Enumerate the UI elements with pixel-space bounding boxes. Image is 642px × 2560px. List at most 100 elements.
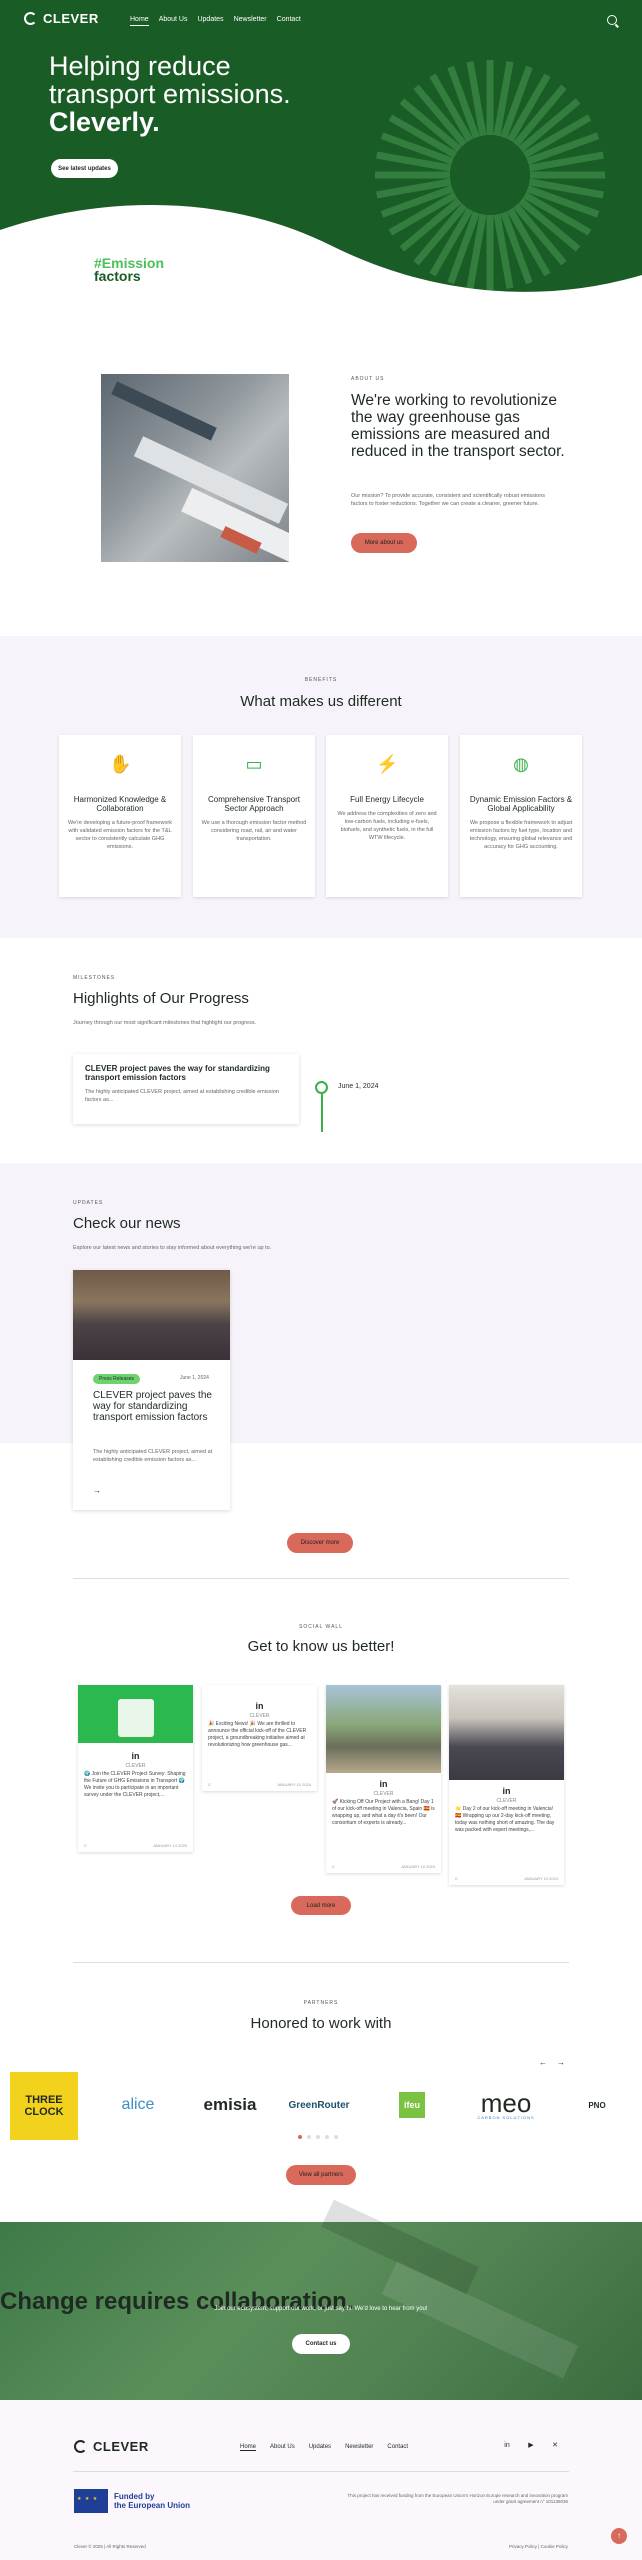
post-date: JANUARY 10 2024 bbox=[523, 1876, 558, 1881]
about-image-trucks bbox=[101, 374, 289, 562]
nav-newsletter[interactable]: Newsletter bbox=[234, 16, 267, 26]
hero-line-1: Helping reduce bbox=[49, 51, 231, 81]
carousel-dots bbox=[298, 2135, 338, 2139]
partner-name: alice bbox=[121, 2096, 155, 2113]
footer-brand: CLEVER bbox=[93, 2439, 149, 2454]
nav-home[interactable]: Home bbox=[130, 16, 149, 26]
arrow-left-icon[interactable]: ← bbox=[539, 2058, 547, 2067]
emission-factors-tag: #Emission factors bbox=[94, 256, 164, 283]
contact-us-button[interactable]: Contact us bbox=[292, 2334, 350, 2354]
about-heading: We're working to revolutionize the way g… bbox=[351, 392, 565, 460]
post-author: CLEVER bbox=[249, 1713, 270, 1719]
benefit-title: Dynamic Emission Factors & Global Applic… bbox=[469, 795, 573, 813]
post-image bbox=[78, 1685, 193, 1743]
main-nav: Home About Us Updates Newsletter Contact bbox=[130, 16, 301, 26]
news-excerpt: The highly anticipated CLEVER project, a… bbox=[93, 1449, 213, 1463]
footer-nav-about[interactable]: About Us bbox=[270, 2444, 295, 2451]
footer-nav-home[interactable]: Home bbox=[240, 2444, 257, 2451]
timeline-dot bbox=[315, 1081, 328, 1094]
post-author: CLEVER bbox=[496, 1798, 517, 1804]
copyright: Clever © 2025 | All Rights Reserved bbox=[74, 2544, 146, 2549]
social-post[interactable]: in CLEVER 🎉 Exciting News! 🎉 We are thri… bbox=[202, 1685, 317, 1791]
funding-statement: This project has received funding from t… bbox=[347, 2493, 568, 2504]
milestone-text: The highly anticipated CLEVER project, a… bbox=[85, 1089, 279, 1103]
post-author: CLEVER bbox=[125, 1763, 146, 1769]
nav-updates[interactable]: Updates bbox=[197, 16, 223, 26]
partner-name: meo bbox=[480, 2087, 532, 2118]
youtube-icon[interactable]: ▶ bbox=[526, 2441, 536, 2451]
footer-nav-updates[interactable]: Updates bbox=[309, 2444, 331, 2451]
milestones-title: Highlights of Our Progress bbox=[73, 990, 249, 1007]
clever-logo-icon bbox=[24, 12, 37, 25]
partner-logo-pno[interactable]: PNO bbox=[562, 2083, 632, 2127]
brand-logo[interactable]: CLEVER bbox=[24, 11, 99, 26]
x-twitter-icon[interactable]: ✕ bbox=[550, 2441, 560, 2451]
partner-name: GreenRouter bbox=[288, 2099, 350, 2111]
partner-logo-threeclock[interactable]: THREE CLOCK bbox=[10, 2072, 78, 2140]
hero-line-2: transport emissions. bbox=[49, 79, 291, 109]
footer-nav: Home About Us Updates Newsletter Contact bbox=[240, 2444, 408, 2451]
benefit-text: We address the complexities of zero and … bbox=[337, 811, 437, 841]
post-author: CLEVER bbox=[373, 1791, 394, 1797]
clever-logo-icon: C bbox=[208, 1782, 211, 1787]
handshake-icon: ✋ bbox=[109, 754, 132, 774]
milestone-date: June 1, 2024 bbox=[338, 1083, 379, 1090]
updates-title: Check our news bbox=[73, 1215, 181, 1232]
post-image bbox=[326, 1685, 441, 1773]
benefit-text: We use a thorough emission factor method… bbox=[201, 820, 307, 842]
view-partners-button[interactable]: View all partners bbox=[286, 2165, 356, 2185]
discover-more-button[interactable]: Discover more bbox=[287, 1533, 353, 1553]
see-updates-button[interactable]: See latest updates bbox=[51, 159, 118, 178]
eu-line-2: the European Union bbox=[114, 2501, 190, 2510]
social-post[interactable]: in CLEVER 🌟 Day 2 of our kick-off meetin… bbox=[449, 1685, 564, 1885]
benefit-title: Comprehensive Transport Sector Approach bbox=[207, 795, 301, 813]
partner-logo-meo[interactable]: meo CARBON SOLUTIONS bbox=[464, 2083, 548, 2127]
partners-title: Honored to work with bbox=[250, 2015, 392, 2032]
nav-about[interactable]: About Us bbox=[159, 16, 188, 26]
partner-logo-ifeu[interactable]: ifeu bbox=[372, 2083, 452, 2127]
benefit-text: We're developing a future-proof framewor… bbox=[68, 820, 172, 850]
partner-logo-emisia[interactable]: emisia bbox=[190, 2083, 270, 2127]
arrow-right-icon[interactable]: → bbox=[557, 2058, 565, 2067]
carousel-dot[interactable] bbox=[334, 2135, 338, 2139]
carousel-dot[interactable] bbox=[325, 2135, 329, 2139]
news-tag[interactable]: Press Releases bbox=[93, 1374, 141, 1384]
eu-line-1: Funded by bbox=[114, 2492, 155, 2501]
social-eyebrow: SOCIAL WALL bbox=[299, 1624, 343, 1630]
partners-eyebrow: PARTNERS bbox=[303, 2000, 339, 2006]
benefit-text: We propose a flexible framework to adjus… bbox=[469, 820, 573, 850]
post-date: JANUARY 14 2025 bbox=[152, 1843, 187, 1848]
divider bbox=[73, 2471, 569, 2472]
footer-logo[interactable]: CLEVER bbox=[74, 2439, 149, 2454]
more-about-button[interactable]: More about us bbox=[351, 533, 417, 553]
carousel-dot[interactable] bbox=[307, 2135, 311, 2139]
divider bbox=[73, 1578, 569, 1579]
clever-logo-icon bbox=[74, 2440, 87, 2453]
social-post[interactable]: in CLEVER 🌍 Join the CLEVER Project Surv… bbox=[78, 1685, 193, 1852]
clever-logo-icon: C bbox=[84, 1843, 87, 1848]
search-icon[interactable] bbox=[607, 15, 617, 25]
footer bbox=[0, 2400, 642, 2560]
arrow-right-icon[interactable]: → bbox=[93, 1486, 101, 1495]
carousel-dot[interactable] bbox=[316, 2135, 320, 2139]
footer-nav-contact[interactable]: Contact bbox=[387, 2444, 408, 2451]
post-text: 🌍 Join the CLEVER Project Survey: Shapin… bbox=[84, 1771, 186, 1798]
news-title[interactable]: CLEVER project paves the way for standar… bbox=[93, 1390, 215, 1423]
legal-links[interactable]: Privacy Policy | Cookie Policy bbox=[509, 2544, 568, 2549]
partner-logo-alice[interactable]: alice bbox=[96, 2083, 180, 2127]
milestone-card[interactable]: CLEVER project paves the way for standar… bbox=[73, 1054, 299, 1124]
about-eyebrow: ABOUT US bbox=[351, 376, 385, 382]
nav-contact[interactable]: Contact bbox=[277, 16, 301, 26]
footer-nav-newsletter[interactable]: Newsletter bbox=[345, 2444, 373, 2451]
benefits-eyebrow: BENEFITS bbox=[304, 677, 338, 683]
social-post[interactable]: in CLEVER 🚀 Kicking Off Our Project with… bbox=[326, 1685, 441, 1873]
carousel-dot[interactable] bbox=[298, 2135, 302, 2139]
scroll-top-button[interactable]: ↑ bbox=[611, 2528, 627, 2544]
linkedin-icon: in bbox=[502, 1786, 511, 1796]
load-more-button[interactable]: Load more bbox=[291, 1896, 351, 1915]
linkedin-icon[interactable]: in bbox=[502, 2441, 512, 2451]
post-text: 🌟 Day 2 of our kick-off meeting in Valen… bbox=[455, 1806, 555, 1833]
lightning-icon: ⚡ bbox=[376, 754, 399, 774]
partner-logo-greenrouter[interactable]: GreenRouter bbox=[278, 2083, 360, 2127]
news-card[interactable]: Press Releases June 1, 2024 CLEVER proje… bbox=[73, 1270, 230, 1510]
